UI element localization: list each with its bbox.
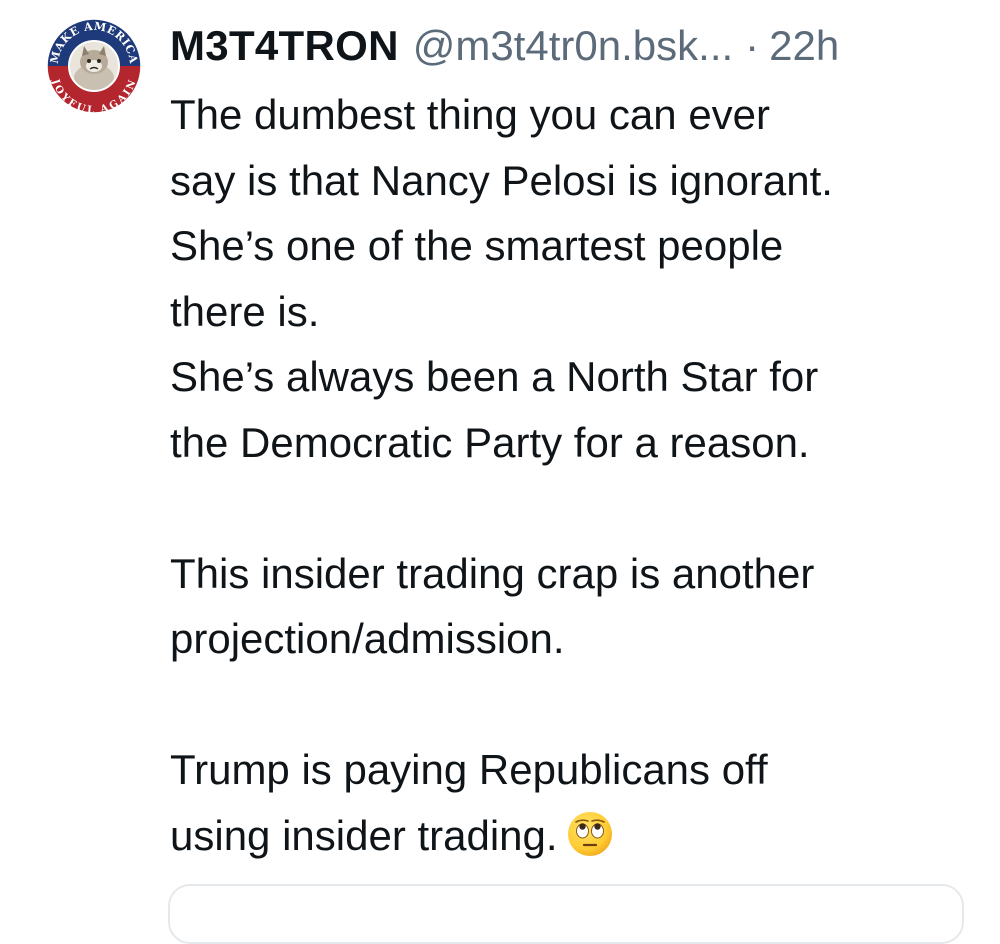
post-last-line: using insider trading. <box>170 803 980 869</box>
post-line: This insider trading crap is another <box>170 549 815 597</box>
make-america-joyful-again-badge-icon: MAKE AMERICA JOYFUL AGAIN <box>45 17 143 116</box>
post-line: She’s always been a North Star for <box>170 353 819 400</box>
post-blank-line <box>170 672 980 738</box>
post-blank-line <box>170 475 980 541</box>
user-handle[interactable]: @m3t4tr0n.bsk... <box>413 18 733 74</box>
post-body: The dumbest thing you can ever say is th… <box>170 82 980 868</box>
post-line: Trump is paying Republicans off <box>170 746 768 793</box>
post-line: say is that Nancy Pelosi is ignorant. <box>170 156 833 204</box>
embedded-card[interactable] <box>168 884 964 944</box>
post-line: there is. <box>170 287 320 335</box>
post-line: the Democratic Party for a reason. <box>170 418 810 466</box>
post-line: projection/admission. <box>170 615 565 662</box>
post[interactable]: MAKE AMERICA JOYFUL AGAIN M3T4TRON @m3t4… <box>0 0 1000 944</box>
post-line: She’s one of the smartest people <box>170 222 784 269</box>
post-line: The dumbest thing you can ever <box>170 91 771 138</box>
display-name[interactable]: M3T4TRON <box>170 18 399 74</box>
timestamp[interactable]: 22h <box>769 18 839 74</box>
avatar[interactable]: MAKE AMERICA JOYFUL AGAIN <box>44 16 144 116</box>
face-with-rolling-eyes-emoji-icon <box>567 811 612 856</box>
separator-dot: · <box>745 22 760 69</box>
post-line-text: using insider trading. <box>170 811 558 859</box>
post-header: M3T4TRON @m3t4tr0n.bsk... · 22h <box>170 18 839 74</box>
